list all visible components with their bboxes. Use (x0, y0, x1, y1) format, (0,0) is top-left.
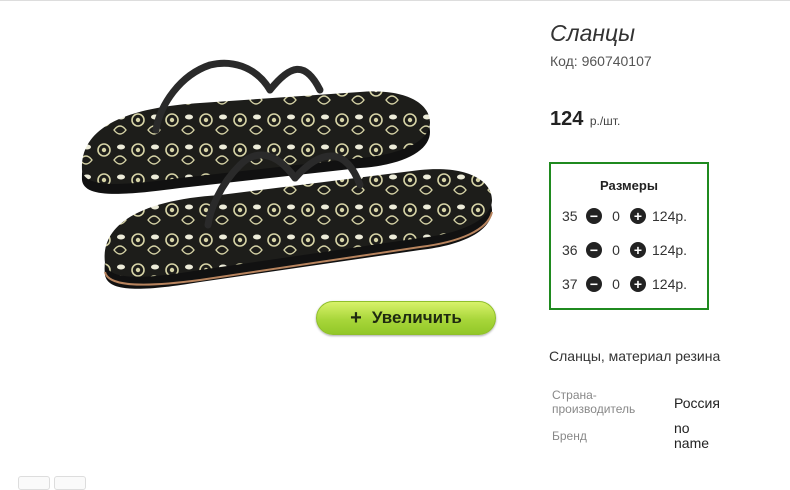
size-price: 124р. (652, 208, 688, 224)
plus-icon[interactable]: + (630, 242, 646, 258)
zoom-button-label: Увеличить (371, 308, 462, 327)
zoom-button[interactable]: + Увеличить (316, 301, 496, 335)
spec-value-country: Россия (674, 395, 720, 411)
price-value: 124 (550, 108, 584, 130)
size-label: 36 (562, 242, 578, 258)
minus-icon[interactable]: − (586, 208, 602, 224)
product-price: 124 р./шт. (550, 108, 620, 131)
product-title: Сланцы (550, 20, 636, 46)
back-sandal (81, 59, 431, 194)
price-unit: р./шт. (589, 114, 621, 128)
share-button[interactable] (18, 476, 50, 490)
minus-icon[interactable]: − (586, 276, 602, 292)
plus-icon: + (350, 307, 362, 329)
quantity-value[interactable]: 0 (602, 208, 630, 224)
minus-icon[interactable]: − (586, 242, 602, 258)
top-divider (0, 0, 790, 1)
size-row: 37 − 0 + 124р. (562, 275, 687, 293)
size-row: 36 − 0 + 124р. (562, 241, 687, 259)
quantity-value[interactable]: 0 (602, 276, 630, 292)
plus-icon[interactable]: + (630, 276, 646, 292)
product-description: Сланцы, материал резина (549, 348, 721, 364)
size-price: 124р. (652, 276, 688, 292)
size-row: 35 − 0 + 124р. (562, 207, 687, 225)
product-image[interactable] (60, 20, 520, 320)
spec-label-brand: Бренд (552, 429, 587, 443)
quantity-value[interactable]: 0 (602, 242, 630, 258)
sizes-panel: Размеры 35 − 0 + 124р. 36 − 0 + 124р. 37… (549, 162, 709, 310)
size-price: 124р. (652, 242, 688, 258)
size-label: 37 (562, 276, 578, 292)
spec-label-country: Страна-производитель (552, 388, 636, 416)
plus-icon[interactable]: + (630, 208, 646, 224)
product-code: Код: 960740107 (550, 53, 652, 69)
share-button[interactable] (54, 476, 86, 490)
spec-value-brand: no name (674, 420, 710, 451)
sizes-header: Размеры (600, 178, 658, 193)
size-label: 35 (562, 208, 578, 224)
